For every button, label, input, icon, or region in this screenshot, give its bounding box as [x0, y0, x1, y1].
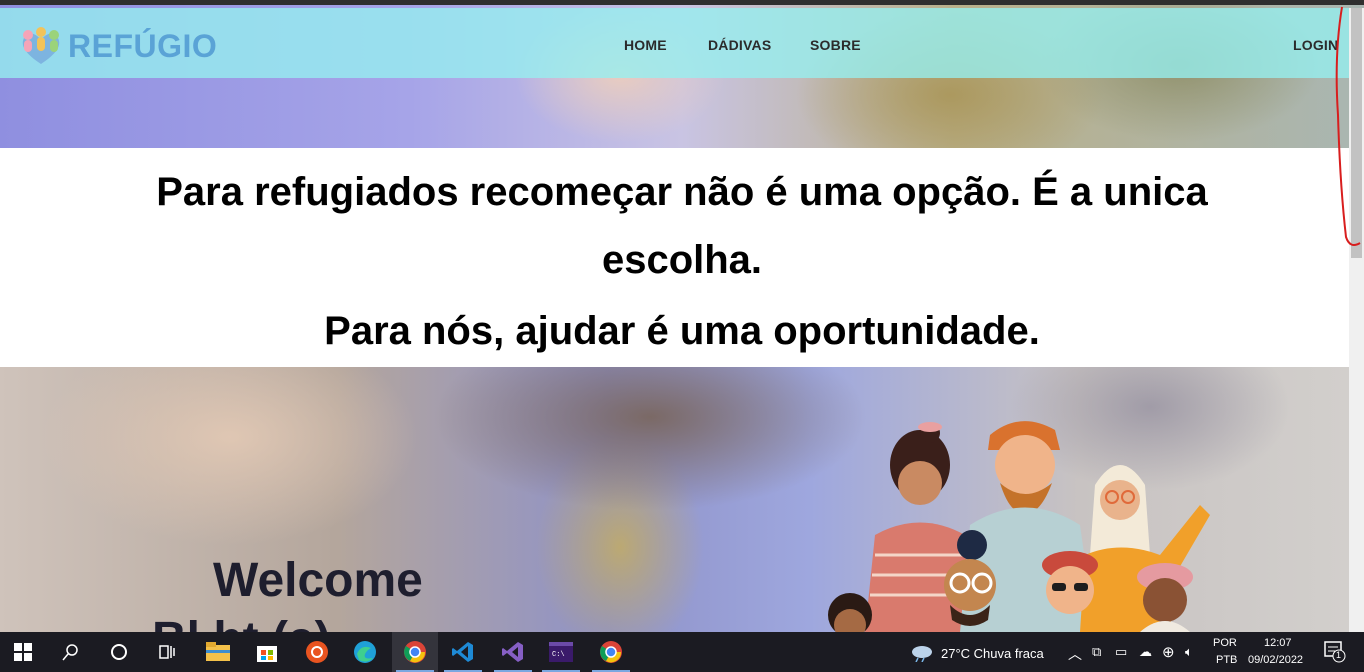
speaker-volume-icon[interactable]: 🔈︎ — [1185, 644, 1193, 660]
file-explorer-icon[interactable] — [195, 632, 241, 672]
search-icon[interactable] — [48, 632, 94, 672]
tagline-secondary: Para nós, ajudar é uma oportunidade. — [324, 309, 1040, 353]
logo-people-heart-icon — [18, 26, 64, 66]
visual-studio-icon[interactable] — [490, 632, 536, 672]
chrome-browser-icon-active[interactable] — [392, 632, 438, 672]
welcome-heading: Welcome — [213, 554, 423, 607]
notification-count: 1 — [1336, 650, 1342, 660]
tagline-primary: Para refugiados recomeçar não é uma opçã… — [156, 170, 1208, 282]
microsoft-store-icon[interactable] — [244, 632, 290, 672]
tagline-section: Para refugiados recomeçar não é uma opçã… — [0, 148, 1349, 367]
chevron-up-icon[interactable]: ︿ — [1068, 644, 1082, 664]
logo[interactable]: REFÚGIO — [18, 26, 217, 66]
onedrive-cloud-icon[interactable]: ☁ — [1139, 644, 1152, 660]
welcome-subheading: Bl ht (a) — [152, 612, 331, 632]
edge-browser-icon[interactable] — [342, 632, 388, 672]
nav-home[interactable]: HOME — [624, 37, 667, 53]
diverse-people-illustration — [820, 405, 1210, 641]
navbar: REFÚGIO HOME DÁDIVAS SOBRE LOGIN — [0, 8, 1364, 78]
start-windows-icon[interactable] — [0, 632, 46, 672]
svg-text:C:\: C:\ — [552, 651, 565, 659]
nav-sobre[interactable]: SOBRE — [810, 37, 861, 53]
meet-now-icon[interactable]: ⧉ — [1092, 644, 1101, 660]
red-annotation-mark — [1335, 6, 1361, 246]
terminal-icon[interactable]: C:\ — [538, 632, 584, 672]
language-top[interactable]: POR — [1213, 637, 1237, 649]
weather-cloud-icon[interactable] — [910, 642, 934, 667]
notification-center-icon[interactable]: 1 — [1324, 641, 1346, 668]
weather-text[interactable]: 27°C Chuva fraca — [941, 646, 1044, 661]
ubuntu-icon[interactable] — [294, 632, 340, 672]
vscode-icon[interactable] — [440, 632, 486, 672]
windows-taskbar: C:\ 27°C Chuva fraca ︿ ⧉ ▭ ☁ ⊕ 🔈︎ POR PT… — [0, 632, 1364, 672]
task-view-icon[interactable] — [144, 632, 190, 672]
clock-date[interactable]: 09/02/2022 — [1248, 654, 1303, 666]
clock-time[interactable]: 12:07 — [1264, 637, 1292, 649]
language-bottom[interactable]: PTB — [1216, 654, 1237, 666]
logo-text: REFÚGIO — [68, 27, 218, 64]
network-globe-icon[interactable]: ⊕ — [1162, 643, 1175, 661]
battery-icon[interactable]: ▭ — [1115, 644, 1127, 660]
cortana-circle-icon[interactable] — [96, 632, 142, 672]
nav-dadivas[interactable]: DÁDIVAS — [708, 37, 771, 53]
chrome-browser-icon[interactable] — [588, 632, 634, 672]
